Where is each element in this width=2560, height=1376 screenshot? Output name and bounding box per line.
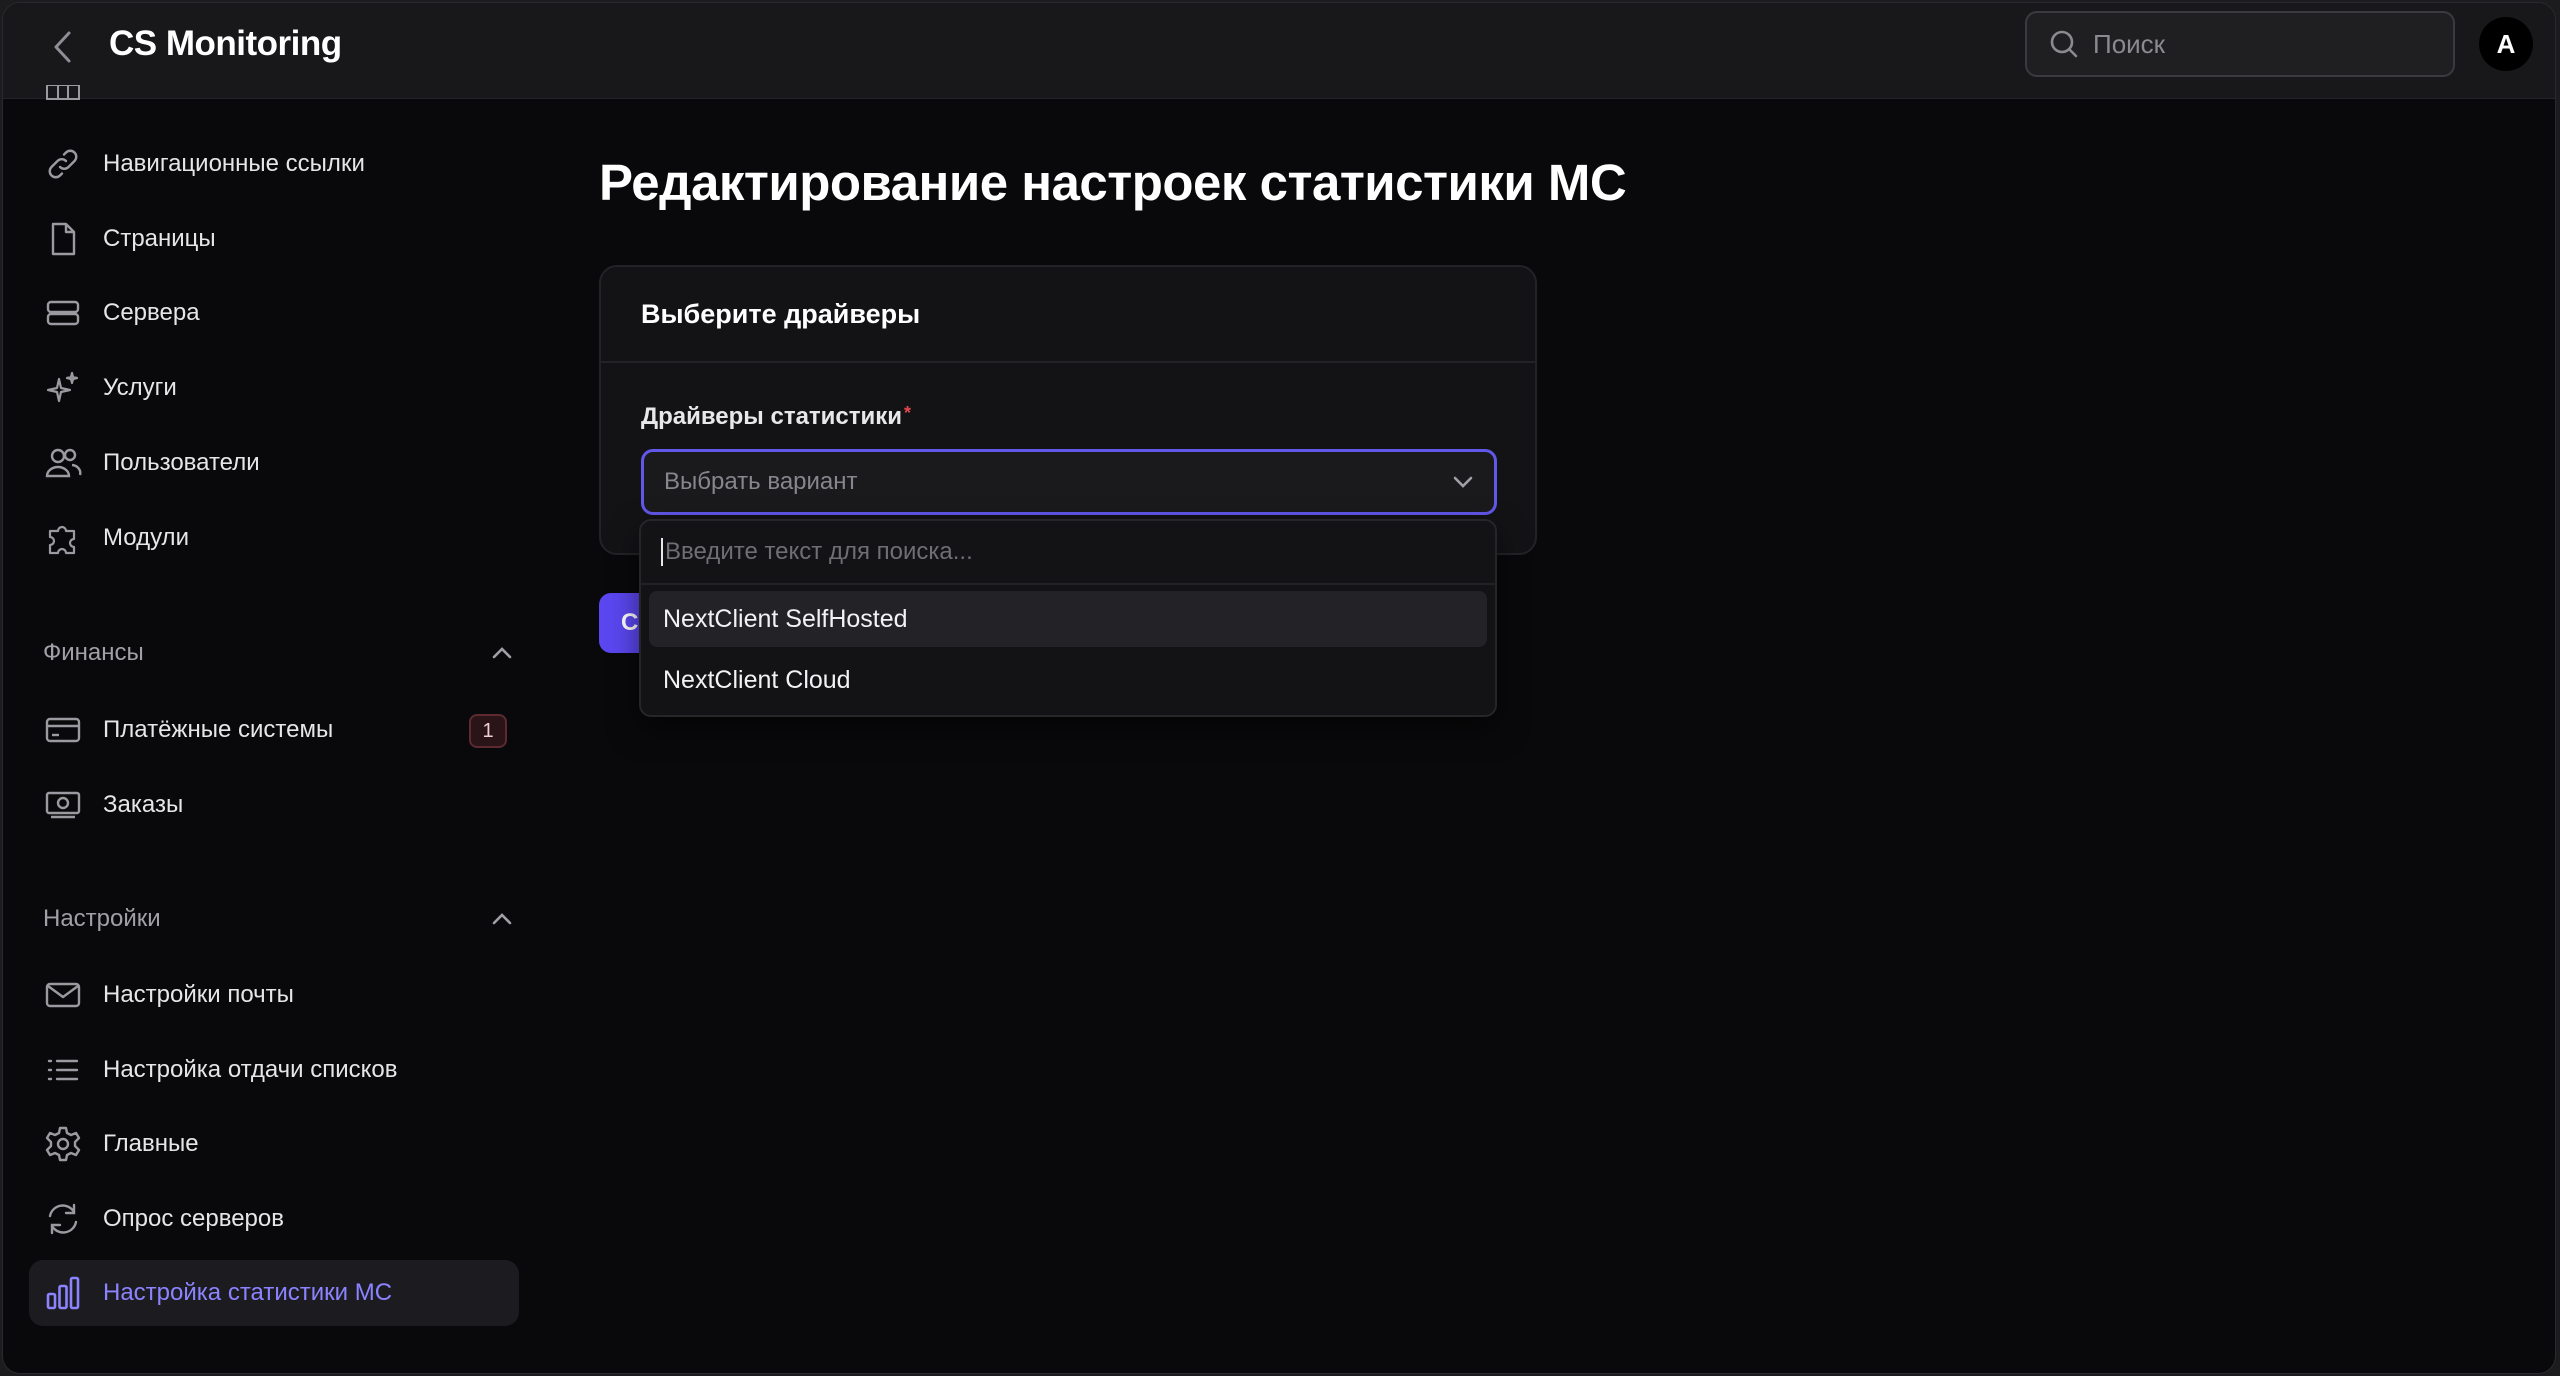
drivers-card: Выберите драйверы Драйверы статистики * В… (599, 265, 1537, 555)
search-input[interactable] (2093, 28, 2423, 60)
card-title: Выберите драйверы (601, 267, 1535, 363)
sidebar-item-label: Заказы (103, 791, 184, 818)
sidebar-item-users[interactable]: Пользователи (29, 430, 519, 496)
refresh-icon (43, 1199, 83, 1239)
file-icon (43, 219, 83, 259)
puzzle-icon (43, 518, 83, 558)
server-icon (43, 293, 83, 333)
topbar: CS Monitoring A (3, 3, 2555, 99)
sidebar-item-mail-settings[interactable]: Настройки почты (29, 962, 519, 1028)
gear-icon (43, 1124, 83, 1164)
sidebar-item-server-polling[interactable]: Опрос серверов (29, 1186, 519, 1252)
field-label: Драйверы статистики * (641, 403, 911, 431)
link-icon (43, 144, 83, 184)
sidebar-item-label: Пользователи (103, 449, 260, 476)
sidebar-item-label: Навигационные ссылки (103, 150, 365, 177)
sidebar-item-label: Модули (103, 524, 189, 551)
sidebar-item-label: Настройка статистики MC (103, 1279, 393, 1306)
sidebar-item-label: Настройки почты (103, 981, 294, 1008)
required-mark: * (904, 403, 912, 423)
sidebar-item-label: Платёжные системы (103, 716, 334, 743)
grid-icon (43, 85, 83, 109)
sidebar-item-label: Страницы (103, 225, 216, 252)
sidebar-item-modules[interactable]: Модули (29, 505, 519, 571)
mail-icon (43, 975, 83, 1015)
back-button[interactable] (43, 27, 83, 67)
dropdown-search[interactable] (641, 521, 1495, 585)
sidebar-item-orders[interactable]: Заказы (29, 772, 519, 838)
sidebar-item-pages[interactable]: Страницы (29, 206, 519, 272)
avatar[interactable]: A (2479, 17, 2533, 71)
chevron-down-icon (1453, 476, 1473, 488)
bar-chart-icon (43, 1273, 83, 1313)
banknote-icon (43, 785, 83, 825)
group-title: Финансы (43, 639, 144, 666)
notification-badge: 1 (469, 714, 507, 748)
app-brand[interactable]: CS Monitoring (109, 23, 342, 65)
chevron-up-icon (492, 647, 512, 659)
sidebar-item-list-output[interactable]: Настройка отдачи списков (29, 1037, 519, 1103)
dropdown-option[interactable]: NextClient SelfHosted (649, 591, 1487, 647)
sidebar: Навигационные ссылки Страницы Сервера Ус… (3, 85, 533, 1373)
sidebar-item-label: Настройка отдачи списков (103, 1056, 398, 1083)
field-label-text: Драйверы статистики (641, 403, 903, 430)
credit-card-icon (43, 710, 83, 750)
group-settings-header[interactable]: Настройки (43, 899, 513, 939)
sidebar-item-mc-stats[interactable]: Настройка статистики MC (29, 1260, 519, 1326)
chevron-up-icon (492, 913, 512, 925)
dropdown-search-input[interactable] (661, 538, 1461, 566)
sparkles-icon (43, 368, 83, 408)
search-icon (2050, 30, 2078, 58)
sidebar-item-main-settings[interactable]: Главные (29, 1111, 519, 1177)
dropdown-option[interactable]: NextClient Cloud (649, 652, 1487, 708)
sidebar-item-servers[interactable]: Сервера (29, 280, 519, 346)
sidebar-item-payment-systems[interactable]: Платёжные системы 1 (29, 697, 519, 763)
page-title: Редактирование настроек статистики MC (599, 154, 1627, 211)
sidebar-item-label: Сервера (103, 299, 200, 326)
sidebar-item-label: Опрос серверов (103, 1205, 284, 1232)
sidebar-item-nav-links[interactable]: Навигационные ссылки (29, 131, 519, 197)
sidebar-item-label: Главные (103, 1130, 199, 1157)
sidebar-item-label: Услуги (103, 374, 177, 401)
users-icon (43, 443, 83, 483)
sidebar-item-services[interactable]: Услуги (29, 355, 519, 421)
search-box[interactable] (2025, 11, 2455, 77)
select-dropdown: NextClient SelfHosted NextClient Cloud (639, 519, 1497, 717)
select-placeholder: Выбрать вариант (664, 468, 858, 495)
app-window: CS Monitoring A Навигац (2, 2, 2556, 1374)
chevron-left-icon (54, 31, 71, 63)
group-title: Настройки (43, 905, 161, 932)
save-button-label: C (621, 609, 639, 636)
group-finance-header[interactable]: Финансы (43, 633, 513, 673)
drivers-select[interactable]: Выбрать вариант (641, 449, 1497, 515)
list-icon (43, 1050, 83, 1090)
